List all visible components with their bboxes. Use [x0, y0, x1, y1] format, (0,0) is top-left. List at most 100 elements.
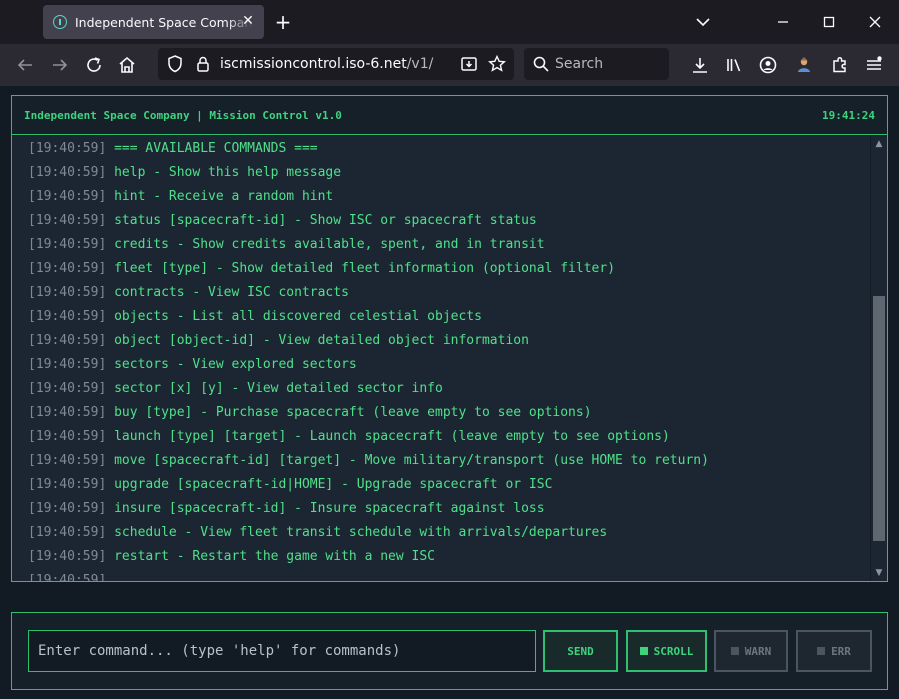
- send-button-label: SEND: [567, 644, 594, 658]
- log-line: [19:40:59] upgrade [spacecraft-id|HOME] …: [28, 475, 552, 495]
- save-to-pocket-download-icon[interactable]: [458, 53, 480, 75]
- tab-close-icon[interactable]: ✕: [240, 13, 256, 29]
- console-header: Independent Space Company | Mission Cont…: [12, 96, 887, 135]
- log-line: [19:40:59] hint - Receive a random hint: [28, 187, 333, 207]
- extensions-puzzle-icon[interactable]: [828, 53, 852, 77]
- log-line: [19:40:59] objects - List all discovered…: [28, 307, 482, 327]
- library-icon[interactable]: [722, 53, 746, 77]
- tab-title: Independent Space Company: Mission Contr…: [75, 14, 253, 30]
- log-line: [19:40:59] sectors - View explored secto…: [28, 355, 357, 375]
- url-text[interactable]: iscmissioncontrol.iso-6.net/v1/: [220, 56, 433, 72]
- search-bar[interactable]: Search: [524, 48, 669, 80]
- log-line: [19:40:59] contracts - View ISC contract…: [28, 283, 349, 303]
- log-message: move [spacecraft-id] [target] - Move mil…: [114, 453, 709, 468]
- app-title: Independent Space Company | Mission Cont…: [24, 109, 342, 122]
- err-toggle-button[interactable]: ERR: [796, 630, 872, 672]
- log-timestamp: [19:40:59]: [28, 573, 107, 581]
- minimize-icon[interactable]: [771, 10, 795, 34]
- log-message: === AVAILABLE COMMANDS ===: [114, 141, 318, 156]
- app-menu-hamburger-icon[interactable]: [862, 53, 886, 77]
- scroll-indicator-icon: [639, 647, 648, 655]
- log-line: [19:40:59] schedule - View fleet transit…: [28, 523, 607, 543]
- log-timestamp: [19:40:59]: [28, 525, 107, 540]
- maximize-icon[interactable]: [817, 10, 841, 34]
- log-timestamp: [19:40:59]: [28, 357, 107, 372]
- log-line: [19:40:59] buy [type] - Purchase spacecr…: [28, 403, 592, 423]
- log-message: buy [type] - Purchase spacecraft (leave …: [114, 405, 592, 420]
- log-message: fleet [type] - Show detailed fleet infor…: [114, 261, 616, 276]
- scroll-up-arrow-icon[interactable]: ▲: [873, 138, 885, 150]
- log-timestamp: [19:40:59]: [28, 141, 107, 156]
- log-message: help - Show this help message: [114, 165, 342, 180]
- log-timestamp: [19:40:59]: [28, 405, 107, 420]
- log-timestamp: [19:40:59]: [28, 381, 107, 396]
- warn-indicator-icon: [730, 647, 739, 655]
- tab-list-chevron-icon[interactable]: [691, 10, 715, 34]
- log-message: restart - Restart the game with a new IS…: [114, 549, 436, 564]
- reload-icon[interactable]: [82, 53, 106, 77]
- browser-tab[interactable]: Independent Space Company: Mission Contr…: [43, 5, 264, 39]
- warn-toggle-label: WARN: [744, 644, 772, 658]
- warn-toggle-button[interactable]: WARN: [714, 630, 788, 672]
- home-icon[interactable]: [115, 53, 139, 77]
- log-message: objects - List all discovered celestial …: [114, 309, 482, 324]
- extension-avatar-icon[interactable]: [792, 53, 816, 77]
- site-favicon-icon: [53, 15, 67, 29]
- command-input[interactable]: [28, 630, 536, 672]
- account-icon[interactable]: [756, 53, 780, 77]
- log-timestamp: [19:40:59]: [28, 309, 107, 324]
- log-message: insure [spacecraft-id] - Insure spacecra…: [114, 501, 545, 516]
- browser-tab-strip: Independent Space Company: Mission Contr…: [0, 0, 899, 44]
- log-line: [19:40:59] help - Show this help message: [28, 163, 341, 183]
- log-message: sectors - View explored sectors: [114, 357, 357, 372]
- log-line: [19:40:59] launch [type] [target] - Laun…: [28, 427, 670, 447]
- address-bar[interactable]: iscmissioncontrol.iso-6.net/v1/: [158, 48, 514, 80]
- log-line: [19:40:59]: [28, 571, 106, 581]
- console-panel: Independent Space Company | Mission Cont…: [11, 95, 888, 582]
- log-timestamp: [19:40:59]: [28, 333, 107, 348]
- clock: 19:41:24: [822, 109, 875, 122]
- log-message: schedule - View fleet transit schedule w…: [114, 525, 608, 540]
- console-log[interactable]: [19:40:59] === AVAILABLE COMMANDS === [19…: [12, 136, 870, 581]
- log-timestamp: [19:40:59]: [28, 261, 107, 276]
- window-close-icon[interactable]: [863, 10, 887, 34]
- search-icon: [530, 53, 552, 75]
- log-message: sector [x] [y] - View detailed sector in…: [114, 381, 443, 396]
- search-placeholder: Search: [555, 56, 604, 72]
- url-path: /v1/: [406, 56, 434, 72]
- forward-arrow-icon[interactable]: [48, 53, 72, 77]
- log-timestamp: [19:40:59]: [28, 477, 107, 492]
- log-timestamp: [19:40:59]: [28, 189, 107, 204]
- log-line: [19:40:59] fleet [type] - Show detailed …: [28, 259, 615, 279]
- new-tab-icon[interactable]: +: [272, 11, 294, 33]
- log-line: [19:40:59] === AVAILABLE COMMANDS ===: [28, 139, 318, 159]
- scrollbar-thumb[interactable]: [873, 296, 885, 541]
- log-message: status [spacecraft-id] - Show ISC or spa…: [114, 213, 537, 228]
- log-line: [19:40:59] restart - Restart the game wi…: [28, 547, 435, 567]
- log-message: hint - Receive a random hint: [114, 189, 334, 204]
- log-message: contracts - View ISC contracts: [114, 285, 349, 300]
- log-message: launch [type] [target] - Launch spacecra…: [114, 429, 670, 444]
- url-host: iscmissioncontrol.: [220, 56, 346, 72]
- send-button[interactable]: SEND: [543, 630, 618, 672]
- back-arrow-icon[interactable]: [13, 53, 37, 77]
- log-line: [19:40:59] insure [spacecraft-id] - Insu…: [28, 499, 545, 519]
- log-timestamp: [19:40:59]: [28, 453, 107, 468]
- command-bar: SEND SCROLL WARN ERR: [11, 612, 888, 690]
- scroll-toggle-button[interactable]: SCROLL: [626, 630, 707, 672]
- err-indicator-icon: [817, 647, 826, 655]
- log-line: [19:40:59] credits - Show credits availa…: [28, 235, 545, 255]
- log-message: credits - Show credits available, spent,…: [114, 237, 545, 252]
- err-toggle-label: ERR: [831, 644, 851, 658]
- padlock-icon[interactable]: [192, 53, 214, 75]
- downloads-icon[interactable]: [688, 53, 712, 77]
- log-timestamp: [19:40:59]: [28, 285, 107, 300]
- bookmark-star-icon[interactable]: [486, 53, 508, 75]
- console-scrollbar[interactable]: ▲ ▼: [871, 136, 887, 581]
- tracking-protection-shield-icon[interactable]: [164, 53, 186, 75]
- scroll-down-arrow-icon[interactable]: ▼: [873, 567, 885, 579]
- log-timestamp: [19:40:59]: [28, 501, 107, 516]
- scroll-toggle-label: SCROLL: [653, 644, 694, 658]
- log-timestamp: [19:40:59]: [28, 429, 107, 444]
- log-timestamp: [19:40:59]: [28, 165, 107, 180]
